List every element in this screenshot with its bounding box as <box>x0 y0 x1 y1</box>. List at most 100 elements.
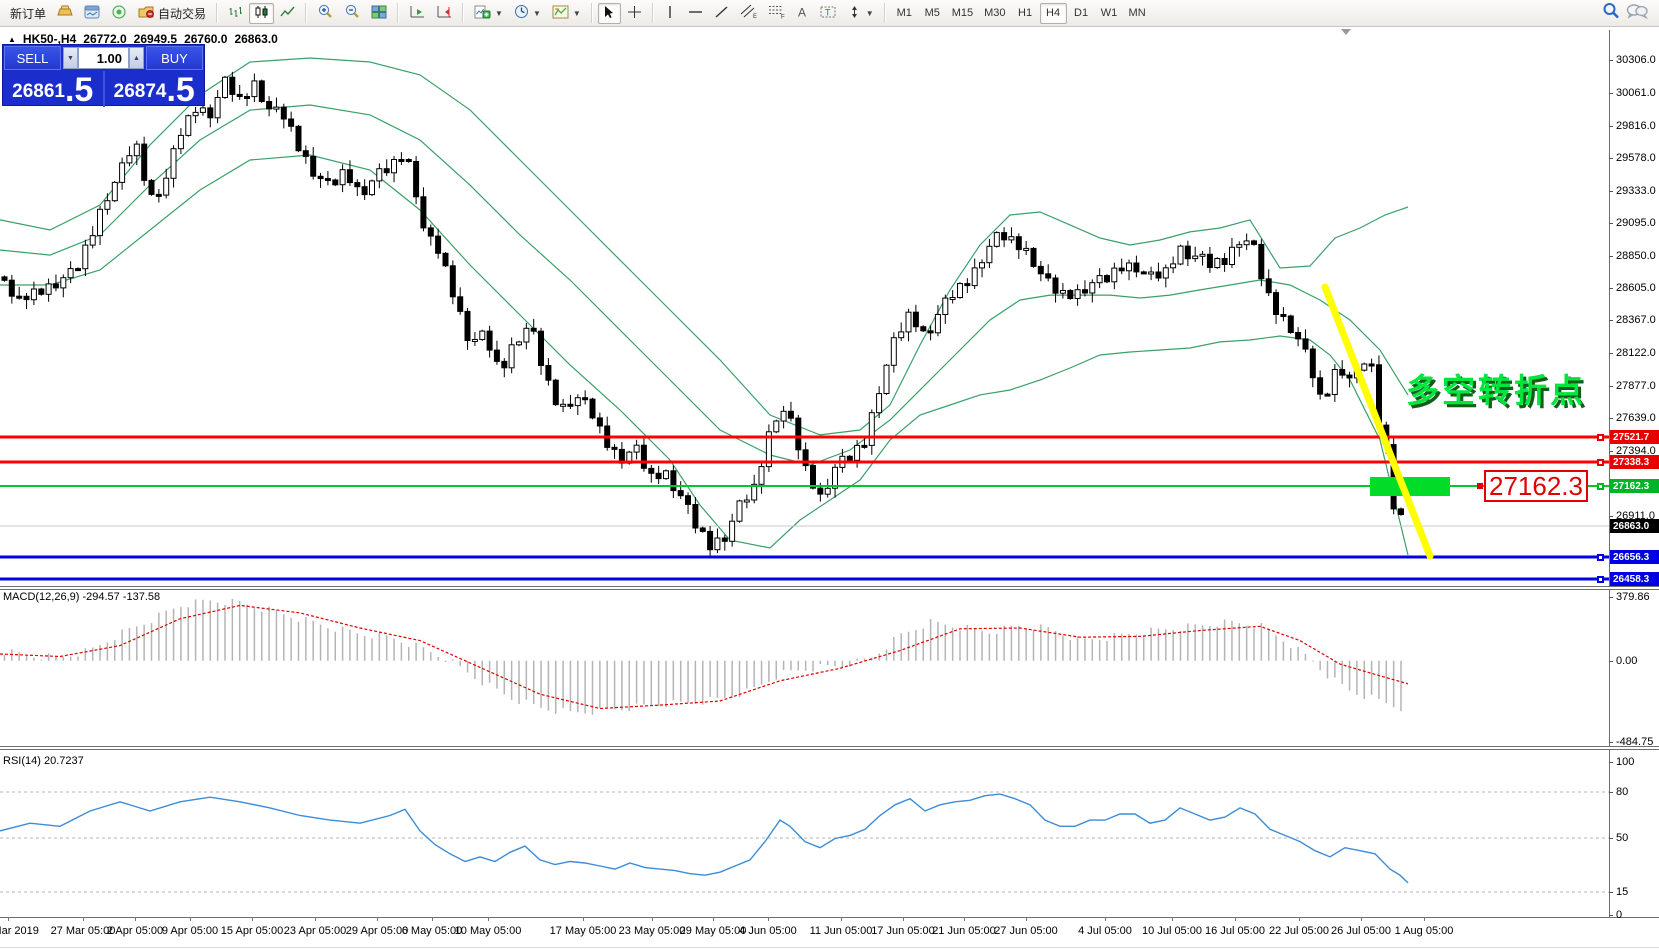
date-axis-label: 27 Mar 05:00 <box>51 925 116 937</box>
line-anchor-marker <box>1597 554 1604 561</box>
date-axis-label: 2 Apr 05:00 <box>107 925 163 937</box>
date-axis-label: 17 Jun 05:00 <box>871 925 935 937</box>
date-axis-label: 16 Jul 05:00 <box>1205 925 1265 937</box>
line-anchor-marker <box>1597 434 1604 441</box>
price-axis-label: 27639.0 <box>1616 412 1656 424</box>
price-axis-tick <box>1609 126 1613 127</box>
date-axis-label: 11 Jun 05:00 <box>810 925 873 937</box>
price-axis-tick <box>1609 516 1613 517</box>
date-axis-tick <box>903 917 904 921</box>
date-axis-label: 4 Jun 05:00 <box>739 925 797 937</box>
down-arrow-icon: ▼ <box>67 55 74 62</box>
sell-button-label: SELL <box>17 51 49 66</box>
one-click-trading-panel: SELL ▼ 1.00 ▲ BUY 26861.5 26874.5 <box>2 44 205 106</box>
mt4-window: 新订单 自动交易 ▼ ▼ ▼ E F A T ▼ M <box>0 0 1659 950</box>
price-axis-label: 28367.0 <box>1616 314 1656 326</box>
sell-price[interactable]: 26861.5 <box>3 71 103 107</box>
price-axis-label: 28122.0 <box>1616 347 1656 359</box>
date-axis-label: 23 May 05:00 <box>619 925 686 937</box>
macd-axis-label: -484.75 <box>1616 736 1653 748</box>
date-axis-tick <box>488 917 489 921</box>
date-axis-label: 10 May 05:00 <box>455 925 522 937</box>
date-axis-tick <box>1172 917 1173 921</box>
price-axis-label: 29333.0 <box>1616 185 1656 197</box>
callout-anchor-dot <box>1477 483 1483 489</box>
line-anchor-marker <box>1597 459 1604 466</box>
date-axis-tick <box>1026 917 1027 921</box>
date-axis-tick <box>377 917 378 921</box>
up-arrow-icon: ▲ <box>133 55 140 62</box>
date-axis-label: 27 Jun 05:00 <box>994 925 1058 937</box>
hline-price-label: 27521.7 <box>1610 430 1659 444</box>
date-axis-tick <box>768 917 769 921</box>
macd-axis-tick <box>1609 742 1613 743</box>
date-axis-label: 4 Jul 05:00 <box>1078 925 1132 937</box>
collapse-triangle-icon[interactable]: ▲ <box>8 35 16 44</box>
date-axis-label: 26 Jul 05:00 <box>1331 925 1391 937</box>
date-axis-tick <box>8 917 9 921</box>
price-axis-tick <box>1609 191 1613 192</box>
date-axis-tick <box>841 917 842 921</box>
volume-input[interactable]: 1.00 <box>78 47 129 69</box>
date-axis-tick <box>190 917 191 921</box>
macd-signal-line <box>0 605 1408 708</box>
date-axis-label: 21 Jun 05:00 <box>932 925 996 937</box>
bollinger-bands <box>0 58 1408 555</box>
date-axis-label: 1 Aug 05:00 <box>1395 925 1454 937</box>
date-axis-label: 10 Jul 05:00 <box>1142 925 1202 937</box>
hline-price-label: 26656.3 <box>1610 550 1659 564</box>
macd-histogram <box>5 599 1402 715</box>
green-zone-rectangle[interactable] <box>1370 477 1450 496</box>
date-axis-label: 6 May 05:00 <box>402 925 463 937</box>
date-axis-label: 17 May 05:00 <box>550 925 617 937</box>
buy-price[interactable]: 26874.5 <box>105 71 205 107</box>
date-axis-label: 23 Apr 05:00 <box>284 925 346 937</box>
price-axis-label: 29095.0 <box>1616 217 1656 229</box>
price-axis-tick <box>1609 223 1613 224</box>
chinese-annotation-text[interactable]: 多空转折点 <box>1406 364 1586 412</box>
price-axis-border <box>1609 30 1610 917</box>
rsi-axis-tick <box>1609 892 1613 893</box>
chart-canvas[interactable] <box>0 0 1659 950</box>
hline-price-label: 27162.3 <box>1610 479 1659 493</box>
date-axis-tick <box>135 917 136 921</box>
price-callout-box[interactable]: 27162.3 <box>1484 470 1588 502</box>
price-axis-tick <box>1609 93 1613 94</box>
price-axis-label: 28605.0 <box>1616 282 1656 294</box>
date-axis-tick <box>1361 917 1362 921</box>
date-axis-tick <box>1235 917 1236 921</box>
ohlc-close: 26863.0 <box>234 32 277 46</box>
rsi-axis-label: 50 <box>1616 832 1628 844</box>
buy-button[interactable]: BUY <box>146 46 203 70</box>
line-anchor-marker <box>1597 576 1604 583</box>
sell-button[interactable]: SELL <box>4 46 61 70</box>
pane-separator-rsi[interactable] <box>0 746 1659 750</box>
yellow-trendline-object[interactable] <box>1325 287 1430 556</box>
rsi-axis-label: 0 <box>1616 909 1622 921</box>
price-axis-label: 30061.0 <box>1616 87 1656 99</box>
buy-button-label: BUY <box>161 51 188 66</box>
price-axis-tick <box>1609 60 1613 61</box>
rsi-axis-tick <box>1609 915 1613 916</box>
window-bottom-edge <box>0 947 1659 948</box>
date-axis-tick <box>583 917 584 921</box>
date-axis-border <box>0 917 1659 918</box>
price-axis-label: 29816.0 <box>1616 120 1656 132</box>
date-axis-tick <box>1105 917 1106 921</box>
date-axis-tick <box>83 917 84 921</box>
date-axis-tick <box>652 917 653 921</box>
rsi-axis-label: 80 <box>1616 786 1628 798</box>
price-axis-label: 30306.0 <box>1616 54 1656 66</box>
price-axis-label: 27877.0 <box>1616 380 1656 392</box>
pane-separator-macd[interactable] <box>0 586 1659 590</box>
date-axis-label: 22 Jul 05:00 <box>1269 925 1329 937</box>
date-axis-label: 29 May 05:00 <box>680 925 747 937</box>
trade-prices-row: 26861.5 26874.5 <box>3 71 204 107</box>
macd-axis-label: 0.00 <box>1616 655 1637 667</box>
volume-increase-button[interactable]: ▲ <box>129 47 144 69</box>
sell-price-main: 26861 <box>12 79 65 105</box>
date-axis-tick <box>964 917 965 921</box>
date-axis-tick <box>1424 917 1425 921</box>
chart-shift-marker-icon[interactable] <box>1341 29 1351 35</box>
volume-decrease-button[interactable]: ▼ <box>63 47 78 69</box>
